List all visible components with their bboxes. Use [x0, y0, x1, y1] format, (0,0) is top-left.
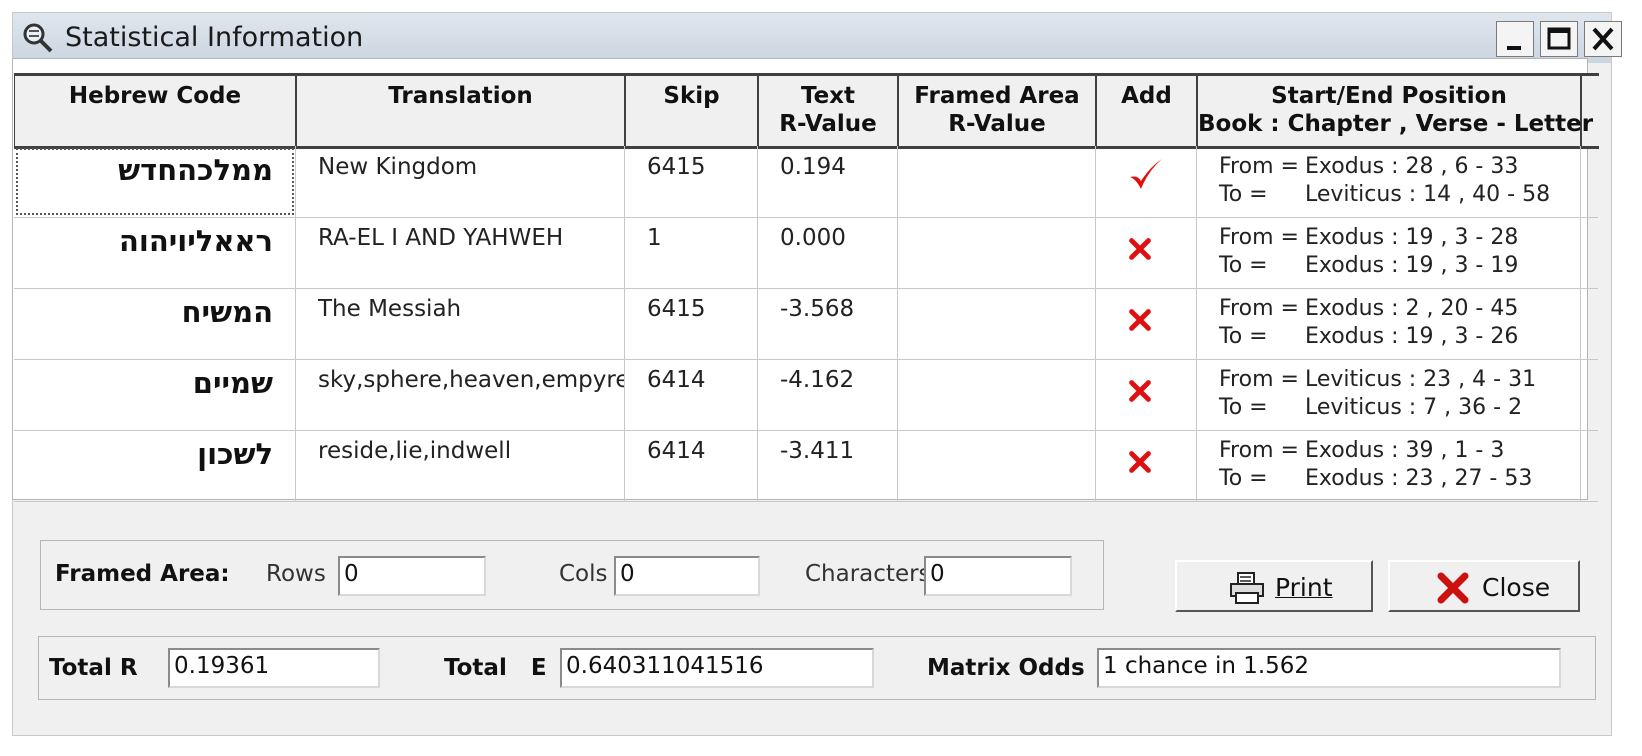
hebrew-code-cell[interactable]: לשכון [14, 430, 296, 501]
translation-cell[interactable]: The Messiah [296, 288, 625, 359]
header-start-end-position[interactable]: Start/End Position Book : Chapter , Verse… [1198, 76, 1593, 146]
add-cell[interactable] [1096, 288, 1197, 359]
text-r-value-cell[interactable]: -3.411 [758, 430, 898, 501]
cross-icon [1129, 238, 1151, 260]
close-icon [1592, 27, 1614, 51]
magnifier-icon [23, 23, 53, 53]
printer-icon [1230, 572, 1264, 604]
hebrew-code-cell[interactable]: ראאליויהוה [14, 217, 296, 288]
grid-header: Hebrew Code Translation Skip Text R-Value… [14, 73, 1599, 149]
table-row[interactable]: שמיים sky,sphere,heaven,empyrean 6414 -4… [14, 359, 1598, 431]
header-framed-area-r-value[interactable]: Framed Area R-Value [899, 76, 1097, 146]
framed-r-value-cell[interactable] [898, 359, 1096, 430]
add-cell[interactable] [1096, 146, 1197, 217]
print-button-label: Print [1275, 573, 1333, 602]
table-row[interactable]: ראאליויהוה RA-EL I AND YAHWEH 1 0.000 Fr… [14, 217, 1598, 289]
header-add[interactable]: Add [1097, 76, 1198, 146]
cross-icon [1129, 309, 1151, 331]
translation-cell[interactable]: sky,sphere,heaven,empyrean [296, 359, 625, 430]
framed-r-value-cell[interactable] [898, 146, 1096, 217]
table-row[interactable]: לשכון reside,lie,indwell 6414 -3.411 Fro… [14, 430, 1598, 502]
checkmark-icon [1130, 159, 1162, 189]
header-skip[interactable]: Skip [626, 76, 759, 146]
skip-cell[interactable]: 6415 [625, 288, 758, 359]
window-title: Statistical Information [65, 22, 364, 53]
title-bar[interactable]: Statistical Information [13, 13, 1622, 63]
add-cell[interactable] [1096, 430, 1197, 501]
translation-cell[interactable]: reside,lie,indwell [296, 430, 625, 501]
position-cell[interactable]: From = Exodus : 2 , 20 - 45 To = Exodus : … [1197, 288, 1581, 359]
cross-icon [1129, 451, 1151, 473]
text-r-value-cell[interactable]: 0.000 [758, 217, 898, 288]
rows-input[interactable]: 0 [338, 556, 486, 596]
skip-cell[interactable]: 6414 [625, 430, 758, 501]
translation-cell[interactable]: RA-EL I AND YAHWEH [296, 217, 625, 288]
cols-input[interactable]: 0 [614, 556, 760, 596]
position-cell[interactable]: From = Exodus : 28 , 6 - 33 To = Leviticus… [1197, 146, 1581, 217]
position-cell[interactable]: From = Exodus : 39 , 1 - 3 To = Exodus : 2… [1197, 430, 1581, 501]
close-window-button[interactable] [1584, 21, 1622, 57]
skip-cell[interactable]: 6414 [625, 359, 758, 430]
translation-cell[interactable]: New Kingdom [296, 146, 625, 217]
close-x-icon [1437, 572, 1469, 604]
cols-label: Cols [559, 561, 608, 587]
total-r-input[interactable]: 0.19361 [168, 648, 380, 688]
total-r-label: Total R [49, 655, 138, 681]
rows-label: Rows [266, 561, 326, 587]
header-translation[interactable]: Translation [297, 76, 626, 146]
total-e-input[interactable]: 0.640311041516 [560, 648, 874, 688]
characters-input[interactable]: 0 [924, 556, 1072, 596]
framed-r-value-cell[interactable] [898, 217, 1096, 288]
position-cell[interactable]: From = Leviticus : 23 , 4 - 31 To = Leviti… [1197, 359, 1581, 430]
skip-cell[interactable]: 6415 [625, 146, 758, 217]
framed-area-panel: Framed Area: Rows 0 Cols 0 Characters 0 [40, 540, 1104, 610]
hebrew-code-cell[interactable]: המשיח [14, 288, 296, 359]
add-cell[interactable] [1096, 359, 1197, 430]
hebrew-code-cell[interactable]: שמיים [14, 359, 296, 430]
total-e-label: Total E [444, 655, 547, 681]
totals-panel: Total R 0.19361 Total E 0.640311041516 M… [38, 636, 1596, 700]
minimize-button[interactable] [1496, 21, 1534, 57]
header-hebrew-code[interactable]: Hebrew Code [15, 76, 297, 146]
matrix-odds-input[interactable]: 1 chance in 1.562 [1097, 648, 1561, 688]
cross-icon [1129, 380, 1151, 402]
header-text-r-value[interactable]: Text R-Value [759, 76, 899, 146]
text-r-value-cell[interactable]: 0.194 [758, 146, 898, 217]
skip-cell[interactable]: 1 [625, 217, 758, 288]
minimize-icon [1507, 46, 1521, 50]
table-row[interactable]: ממלכהחדש New Kingdom 6415 0.194 From = Ex… [14, 146, 1598, 218]
characters-label: Characters [805, 561, 931, 587]
framed-area-label: Framed Area: [55, 561, 230, 587]
add-cell[interactable] [1096, 217, 1197, 288]
maximize-button[interactable] [1540, 21, 1578, 57]
hebrew-code-cell[interactable]: ממלכהחדש [14, 146, 296, 217]
text-r-value-cell[interactable]: -4.162 [758, 359, 898, 430]
close-button[interactable]: Close [1388, 560, 1580, 612]
position-cell[interactable]: From = Exodus : 19 , 3 - 28 To = Exodus : … [1197, 217, 1581, 288]
framed-r-value-cell[interactable] [898, 430, 1096, 501]
print-button[interactable]: Print [1175, 560, 1373, 612]
table-row[interactable]: המשיח The Messiah 6415 -3.568 From = Exod… [14, 288, 1598, 360]
text-r-value-cell[interactable]: -3.568 [758, 288, 898, 359]
close-button-label: Close [1482, 573, 1551, 602]
framed-r-value-cell[interactable] [898, 288, 1096, 359]
matrix-odds-label: Matrix Odds [927, 655, 1085, 681]
maximize-icon [1547, 27, 1571, 50]
